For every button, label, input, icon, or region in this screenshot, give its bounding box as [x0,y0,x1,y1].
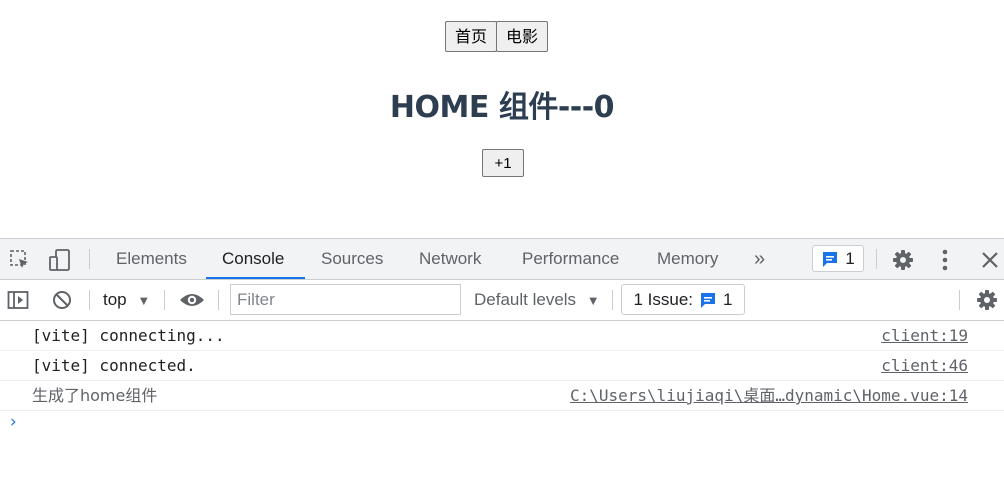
console-message: [vite] connecting... client:19 [0,321,1004,351]
device-toggle-icon[interactable] [47,248,73,272]
console-message-text: [vite] connecting... [32,326,225,345]
divider [89,290,90,310]
tab-sources[interactable]: Sources [321,239,383,279]
divider [218,290,219,310]
nav-home-button[interactable]: 首页 [445,21,498,52]
home-component-heading: HOME 组件---0 [389,90,615,125]
console-message-text: 生成了home组件 [32,386,158,405]
active-tab-indicator [206,277,305,279]
app-view: 首页 电影 HOME 组件---0 +1 [0,0,1004,238]
console-source-link[interactable]: client:19 [881,321,968,351]
kebab-menu-icon[interactable] [935,248,955,272]
router-nav: 首页 电影 [445,21,549,52]
devtools-panel: Elements Console Sources Network Perform… [0,238,1004,478]
tab-elements[interactable]: Elements [116,239,187,279]
log-levels-label: Default levels [474,290,577,309]
issues-button[interactable]: 1 Issue: 1 [621,284,745,315]
devtools-tabbar: Elements Console Sources Network Perform… [0,239,1004,280]
log-levels-dropdown[interactable]: Default levels ▼ [474,280,600,320]
tab-memory[interactable]: Memory [657,239,718,279]
inspect-element-icon[interactable] [8,249,32,271]
close-icon[interactable] [978,248,1002,272]
sidebar-toggle-icon[interactable] [6,289,30,311]
nav-movie-button[interactable]: 电影 [496,21,549,52]
divider [164,290,165,310]
divider [876,249,877,269]
settings-gear-icon[interactable] [975,289,999,311]
increment-button[interactable]: +1 [482,149,524,177]
filter-input[interactable] [230,284,461,315]
context-value: top [103,290,127,309]
eye-icon[interactable] [179,290,205,310]
tab-network[interactable]: Network [419,239,481,279]
console-message-text: [vite] connected. [32,356,196,375]
console-toolbar: top ▼ Default levels ▼ 1 Issue: 1 [0,280,1004,321]
divider [612,290,613,310]
divider [89,249,90,269]
message-icon [699,291,717,309]
issues-count: 1 [723,289,733,309]
settings-gear-icon[interactable] [890,248,915,272]
console-message: [vite] connected. client:46 [0,351,1004,381]
message-icon [821,250,839,268]
context-selector[interactable]: top ▼ [103,280,150,320]
issues-label: 1 Issue: [633,289,694,309]
divider [959,290,960,310]
clear-console-icon[interactable] [51,289,73,311]
console-message: 生成了home组件 C:\Users\liujiaqi\桌面…dynamic\H… [0,381,1004,411]
prompt-chevron-icon[interactable]: › [8,412,18,432]
tab-console[interactable]: Console [222,239,284,279]
dropdown-arrow-icon: ▼ [137,293,151,308]
console-source-link[interactable]: C:\Users\liujiaqi\桌面…dynamic\Home.vue:14 [570,381,968,411]
message-count: 1 [845,248,855,268]
dropdown-arrow-icon: ▼ [586,293,600,308]
console-source-link[interactable]: client:46 [881,351,968,381]
more-tabs-icon[interactable]: » [754,239,765,279]
tab-performance[interactable]: Performance [522,239,619,279]
messages-badge[interactable]: 1 [812,245,864,272]
